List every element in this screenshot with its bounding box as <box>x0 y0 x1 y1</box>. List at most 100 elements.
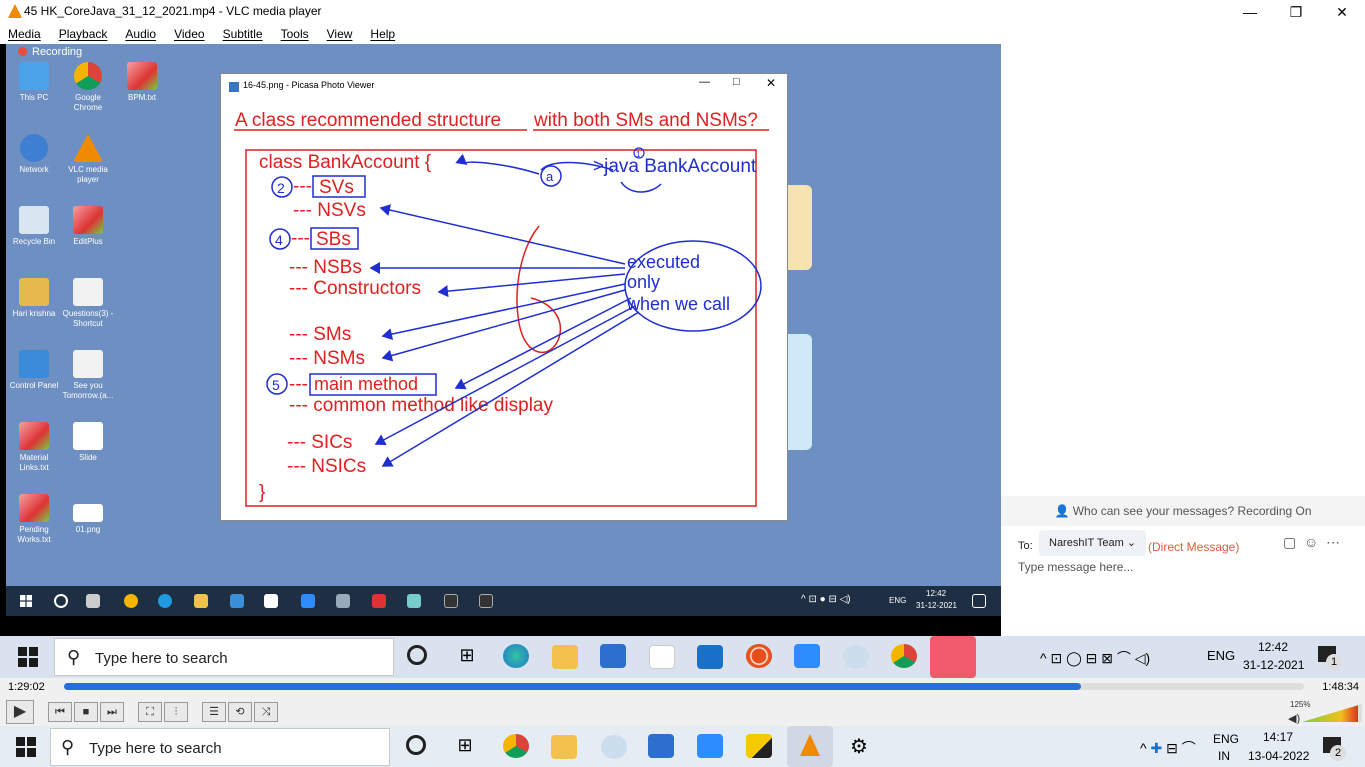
window-title: 45 HK_CoreJava_31_12_2021.mp4 - VLC medi… <box>24 4 322 18</box>
desktop-icon-bpm[interactable]: BPM.txt <box>114 62 170 103</box>
bubble-line: only <box>627 272 660 292</box>
picasa-icon <box>407 594 421 608</box>
editplus-icon <box>19 422 49 450</box>
desktop-icon-this-pc[interactable]: This PC <box>6 62 62 103</box>
desktop-icon-material-links[interactable]: Material Links.txt <box>6 422 62 473</box>
cortana-icon[interactable] <box>406 735 426 755</box>
menu-tools[interactable]: Tools <box>281 27 309 41</box>
menu-subtitle[interactable]: Subtitle <box>223 27 263 41</box>
close-icon[interactable]: ✕ <box>766 76 776 90</box>
file-explorer-icon[interactable] <box>551 735 577 759</box>
desktop-icon-recycle-bin[interactable]: Recycle Bin <box>6 206 62 247</box>
cmd-icon <box>444 594 458 608</box>
menu-playback[interactable]: Playback <box>59 27 108 41</box>
desktop-icon-network[interactable]: Network <box>6 134 62 175</box>
language-indicator[interactable]: ENG <box>1213 732 1239 746</box>
message-input[interactable]: Type message here... <box>1018 560 1133 574</box>
vlc-icon <box>73 134 103 162</box>
desktop-icon-hari-krishna[interactable]: Hari krishna <box>6 278 62 319</box>
cortana-icon[interactable] <box>407 645 427 665</box>
desktop-icon-01png[interactable]: 01.png <box>60 494 116 535</box>
task-view-icon[interactable]: ⊞ <box>452 735 478 759</box>
slide-item: --- <box>289 374 308 395</box>
store-icon[interactable] <box>600 644 626 668</box>
chrome-icon[interactable] <box>503 734 529 758</box>
recipient-dropdown[interactable]: NareshIT Team ⌄ <box>1039 530 1147 556</box>
chrome-icon[interactable] <box>891 644 917 668</box>
desktop-icon-control-panel[interactable]: Control Panel <box>6 350 62 391</box>
zoom-icon[interactable] <box>794 644 820 668</box>
slide-item: --- SMs <box>289 324 351 345</box>
search-box[interactable]: ⚲ Type here to search <box>50 728 390 766</box>
clock-date[interactable]: 13-04-2022 <box>1248 749 1309 763</box>
file-icon[interactable]: ▢ <box>1283 534 1296 551</box>
desktop-icon-questions[interactable]: Questions(3) - Shortcut <box>60 278 116 329</box>
play-button[interactable]: ▶ <box>6 700 34 724</box>
slide-item: --- <box>293 176 312 197</box>
menu-video[interactable]: Video <box>174 27 204 41</box>
seek-bar[interactable] <box>64 683 1304 690</box>
more-icon[interactable]: ⋯ <box>1326 534 1340 551</box>
desktop-icon-editplus[interactable]: EditPlus <box>60 206 116 247</box>
recorder-icon[interactable] <box>746 644 772 668</box>
snip-icon[interactable] <box>843 645 869 669</box>
menu-help[interactable]: Help <box>370 27 395 41</box>
volume-slider[interactable]: ◀) 125% <box>1288 700 1362 725</box>
to-label: To: <box>1018 540 1033 552</box>
restore-icon[interactable]: □ <box>733 76 740 88</box>
store-icon[interactable] <box>648 734 674 758</box>
tray-icons[interactable]: ^ ✚ ⊟ ⌒ <box>1140 738 1196 758</box>
control-panel-icon <box>19 350 49 378</box>
emoji-icon[interactable]: ☺ <box>1304 534 1318 550</box>
minimize-icon[interactable]: — <box>699 76 710 88</box>
title-bar: 45 HK_CoreJava_31_12_2021.mp4 - VLC medi… <box>0 0 1365 24</box>
snip-icon[interactable] <box>601 735 627 759</box>
loop-button[interactable]: ⟲ <box>228 702 252 722</box>
minimize-icon[interactable]: — <box>1227 0 1273 24</box>
zoom-icon[interactable] <box>697 734 723 758</box>
file-explorer-icon[interactable] <box>552 645 578 669</box>
edge-icon[interactable] <box>503 644 529 668</box>
clock-date[interactable]: 31-12-2021 <box>1243 658 1304 672</box>
clock-time[interactable]: 14:17 <box>1263 730 1293 744</box>
close-icon[interactable]: ✕ <box>1319 0 1365 24</box>
tray-icons[interactable]: ^ ⊡ ◯ ⊟ ⊠ ⌒ ◁) <box>1040 648 1150 668</box>
menu-media[interactable]: Media <box>8 27 41 41</box>
previous-button[interactable]: ⏮ <box>48 702 72 722</box>
desktop-icon-vlc[interactable]: VLC media player <box>60 134 116 185</box>
people-icon: 👤 <box>1054 504 1073 518</box>
playlist-button[interactable]: ☰ <box>202 702 226 722</box>
desktop-icon-pending-works[interactable]: Pending Works.txt <box>6 494 62 545</box>
mail-icon[interactable] <box>697 645 723 669</box>
settings-icon[interactable]: ⚙ <box>846 734 872 758</box>
region-indicator[interactable]: IN <box>1218 749 1230 763</box>
slide-item: --- NSVs <box>293 200 366 221</box>
clock-time[interactable]: 12:42 <box>1258 640 1288 654</box>
task-view-icon[interactable]: ⊞ <box>454 645 480 669</box>
elapsed-time: 1:29:02 <box>8 681 45 693</box>
menu-view[interactable]: View <box>327 27 353 41</box>
language-indicator[interactable]: ENG <box>1207 648 1235 663</box>
desktop-icon-see-you[interactable]: See you Tomorrow.(a... <box>60 350 116 401</box>
mark: 2 <box>277 180 285 196</box>
gift-icon[interactable] <box>649 645 675 669</box>
screen-recorder-icon[interactable] <box>930 636 976 678</box>
chrome-icon <box>74 62 102 90</box>
stop-button[interactable]: ■ <box>74 702 98 722</box>
windows-icon[interactable] <box>18 647 38 667</box>
windows-icon[interactable] <box>16 737 36 757</box>
desktop-icon-chrome[interactable]: Google Chrome <box>60 62 116 113</box>
extended-settings-button[interactable]: ⫶ <box>164 702 188 722</box>
menu-audio[interactable]: Audio <box>125 27 156 41</box>
chevron-down-icon: ⌄ <box>1126 537 1137 549</box>
sticky-notes-icon[interactable] <box>746 734 772 758</box>
image-icon <box>73 422 103 450</box>
desktop-icon-slide[interactable]: Slide <box>60 422 116 463</box>
shuffle-button[interactable]: ⤨ <box>254 702 278 722</box>
next-button[interactable]: ⏭ <box>100 702 124 722</box>
restore-icon[interactable]: ❐ <box>1273 0 1319 24</box>
total-time: 1:48:34 <box>1322 681 1359 693</box>
chat-notice[interactable]: 👤 Who can see your messages? Recording O… <box>1001 496 1365 526</box>
search-box[interactable]: ⚲ Type here to search <box>54 638 394 676</box>
fullscreen-button[interactable]: ⛶ <box>138 702 162 722</box>
